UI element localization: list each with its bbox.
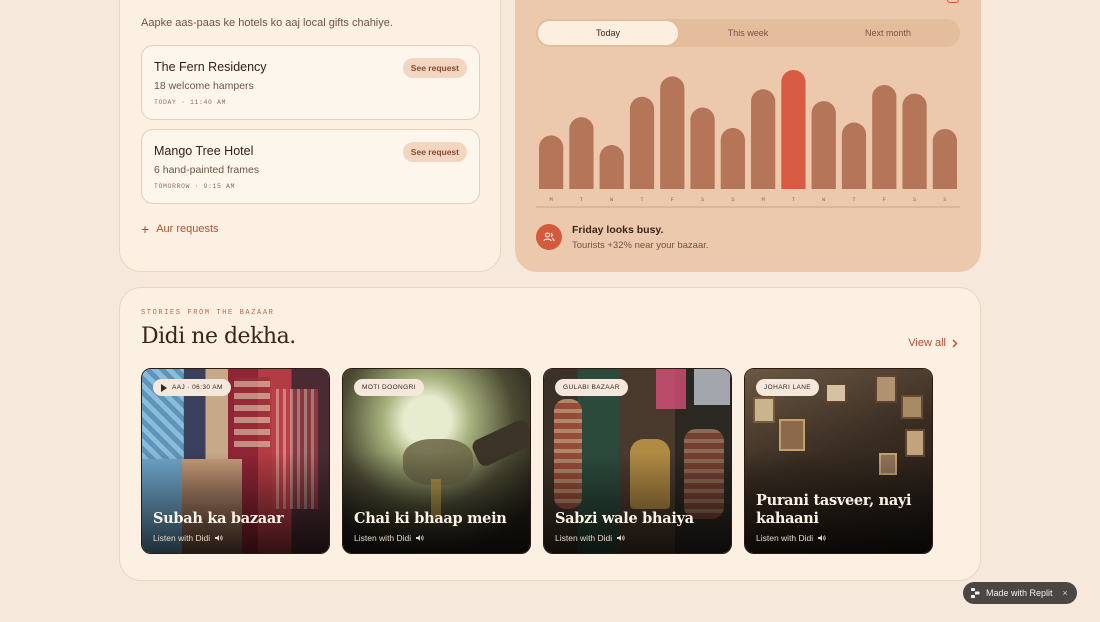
- requests-subtitle: Aapke aas-paas ke hotels ko aaj local gi…: [141, 17, 393, 29]
- x-tick-label: S: [913, 196, 917, 203]
- stories-eyebrow: STORIES FROM THE BAZAAR: [141, 309, 275, 317]
- listen-label: Listen with Didi: [153, 533, 211, 543]
- story-tag-label: MOTI DOONGRI: [362, 384, 416, 391]
- see-request-button[interactable]: See request: [402, 58, 467, 78]
- bar-3: [629, 96, 655, 189]
- x-tick-label: T: [852, 196, 856, 203]
- x-tick-label: S: [701, 196, 705, 203]
- speaker-icon: [617, 535, 625, 541]
- tourist-forecast-card: Today This week Next month MTWTFSSMTWTFS…: [515, 0, 981, 272]
- story-card[interactable]: AAJ · 06:30 AM Subah ka bazaar Listen wi…: [141, 368, 330, 554]
- chevron-right-icon: [952, 339, 958, 347]
- story-tag-label: AAJ · 06:30 AM: [172, 384, 223, 391]
- listen-label: Listen with Didi: [756, 533, 814, 543]
- story-tag: GULABI BAZAAR: [555, 379, 628, 396]
- request-hotel-name: Mango Tree Hotel: [154, 144, 254, 158]
- stories-section: STORIES FROM THE BAZAAR Didi ne dekha. V…: [119, 287, 981, 581]
- x-tick-label: W: [822, 196, 826, 203]
- request-item[interactable]: The Fern Residency 18 welcome hampers TO…: [141, 45, 480, 120]
- listen-with-didi[interactable]: Listen with Didi: [756, 533, 826, 543]
- listen-label: Listen with Didi: [555, 533, 613, 543]
- bar-7: [751, 89, 776, 189]
- story-card[interactable]: MOTI DOONGRI Chai ki bhaap mein Listen w…: [342, 368, 531, 554]
- view-all-label: View all: [908, 337, 946, 349]
- request-detail: 18 welcome hampers: [154, 80, 254, 92]
- card-heading-fragment: [140, 0, 156, 3]
- story-tag: AAJ · 06:30 AM: [153, 379, 231, 396]
- alert-text: Tourists +32% near your bazaar.: [572, 240, 709, 251]
- x-tick-label: M: [761, 196, 764, 203]
- request-hotel-name: The Fern Residency: [154, 60, 267, 74]
- story-tag-label: JOHARI LANE: [764, 384, 812, 391]
- bar-11: [872, 85, 897, 189]
- listen-with-didi[interactable]: Listen with Didi: [555, 533, 625, 543]
- x-tick-label: F: [671, 196, 674, 203]
- story-tag-label: GULABI BAZAAR: [563, 384, 620, 391]
- story-title: Purani tasveer, nayi kahaani: [756, 492, 912, 527]
- x-tick-label: W: [610, 196, 614, 203]
- listen-with-didi[interactable]: Listen with Didi: [153, 533, 223, 543]
- story-tag: MOTI DOONGRI: [354, 379, 424, 396]
- x-tick-label: T: [640, 196, 644, 203]
- x-tick-label: F: [883, 196, 886, 203]
- alert-title: Friday looks busy.: [572, 224, 664, 236]
- people-icon: [536, 224, 562, 250]
- more-requests-link[interactable]: + Aur requests: [141, 221, 219, 237]
- story-title: Sabzi wale bhaiya: [555, 510, 694, 527]
- stories-title: Didi ne dekha.: [141, 324, 296, 349]
- request-time: TOMORROW · 9:15 AM: [154, 183, 236, 190]
- request-detail: 6 hand-painted frames: [154, 164, 260, 176]
- close-icon[interactable]: ×: [1063, 588, 1068, 598]
- request-item[interactable]: Mango Tree Hotel 6 hand-painted frames T…: [141, 129, 480, 204]
- hotel-requests-card: Aapke aas-paas ke hotels ko aaj local gi…: [119, 0, 501, 272]
- made-with-replit-badge[interactable]: Made with Replit ×: [963, 582, 1077, 604]
- bar-0: [539, 135, 564, 189]
- speaker-icon: [416, 535, 424, 541]
- bar-6: [720, 127, 745, 189]
- story-card[interactable]: JOHARI LANE Purani tasveer, nayi kahaani…: [744, 368, 933, 554]
- bar-13: [932, 128, 957, 189]
- view-all-link[interactable]: View all: [908, 337, 958, 349]
- x-tick-label: S: [943, 196, 947, 203]
- replit-badge-label: Made with Replit: [986, 588, 1053, 598]
- forecast-bar-chart: MTWTFSSMTWTFSS: [536, 70, 960, 208]
- story-title: Subah ka bazaar: [153, 510, 284, 527]
- speaker-icon: [818, 535, 826, 541]
- story-tag: JOHARI LANE: [756, 379, 820, 396]
- replit-logo-icon: [971, 588, 980, 598]
- bar-2: [599, 145, 624, 189]
- bar-12: [902, 93, 927, 189]
- bar-10: [841, 122, 867, 189]
- bar-8: [781, 70, 806, 189]
- request-time: TODAY · 11:40 AM: [154, 99, 227, 106]
- x-tick-label: S: [731, 196, 735, 203]
- see-request-button[interactable]: See request: [402, 142, 467, 162]
- bar-1: [569, 117, 594, 189]
- story-title: Chai ki bhaap mein: [354, 510, 507, 527]
- listen-label: Listen with Didi: [354, 533, 412, 543]
- bar-5: [690, 107, 715, 189]
- busy-day-alert: Friday looks busy. Tourists +32% near yo…: [536, 223, 709, 251]
- bar-9: [811, 101, 836, 189]
- x-tick-label: T: [580, 196, 584, 203]
- x-tick-label: T: [792, 196, 796, 203]
- x-tick-label: M: [549, 196, 552, 203]
- bar-4: [660, 76, 685, 189]
- listen-with-didi[interactable]: Listen with Didi: [354, 533, 424, 543]
- speaker-icon: [215, 535, 223, 541]
- plus-icon: +: [141, 221, 150, 237]
- more-requests-label: Aur requests: [156, 223, 219, 235]
- play-icon[interactable]: [161, 383, 167, 392]
- story-card[interactable]: GULABI BAZAAR Sabzi wale bhaiya Listen w…: [543, 368, 732, 554]
